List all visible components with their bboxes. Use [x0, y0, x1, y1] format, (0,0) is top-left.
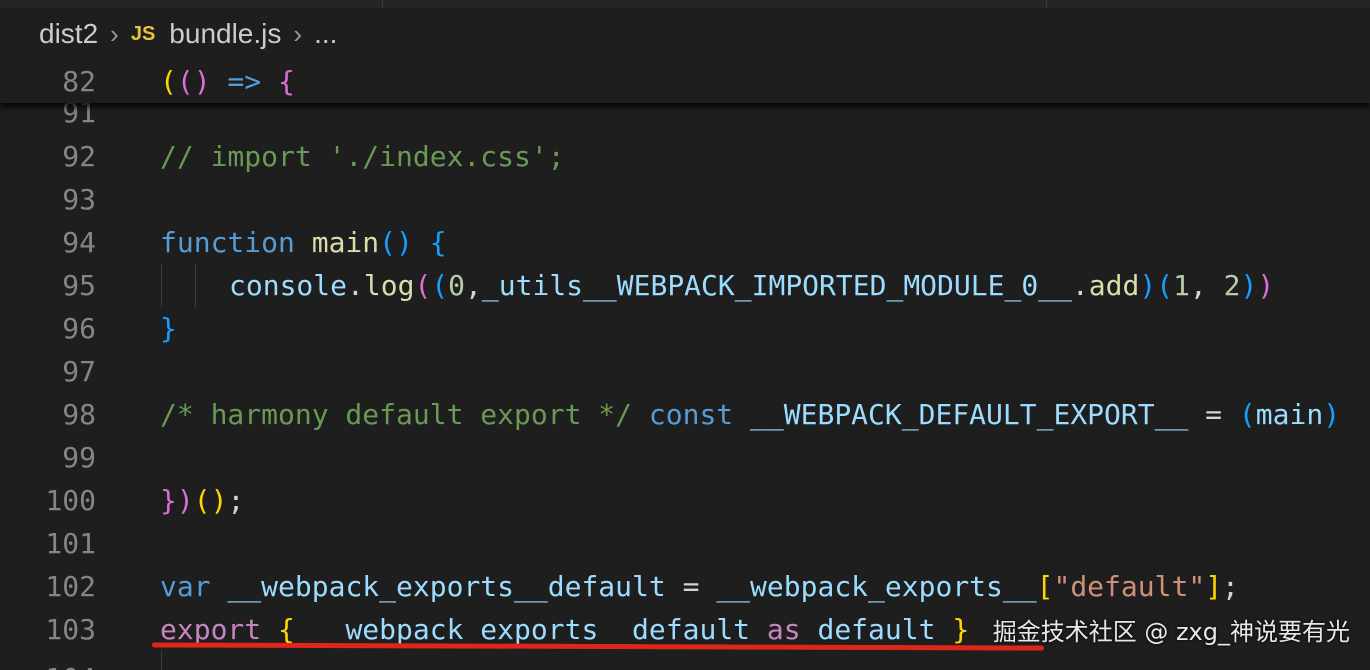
line-number: 94 [62, 226, 96, 259]
line-number: 96 [62, 312, 96, 345]
code-text: // import './index.css'; [160, 140, 565, 173]
code-text: var __webpack_exports__default = __webpa… [160, 570, 1239, 603]
code-line: 96 } [0, 307, 1370, 350]
code-text: } [160, 312, 177, 345]
code-line: 94 function main() { [0, 221, 1370, 264]
editor-tab-strip [0, 0, 1370, 8]
code-line: 97 [0, 350, 1370, 393]
line-number: 99 [62, 441, 96, 474]
code-line: 95 console.log((0,_utils__WEBPACK_IMPORT… [0, 264, 1370, 307]
tab-divider [1046, 0, 1047, 8]
breadcrumb-folder[interactable]: dist2 [39, 18, 98, 50]
line-number: 101 [45, 527, 96, 560]
line-number: 91 [62, 103, 96, 123]
line-number: 103 [45, 613, 96, 646]
code-text: (() => { [160, 65, 295, 98]
line-number: 98 [62, 398, 96, 431]
line-number: 82 [62, 65, 96, 98]
line-number: 104 [0, 657, 96, 670]
code-line: 102 var __webpack_exports__default = __w… [0, 565, 1370, 608]
sticky-scroll-line[interactable]: 82 (() => { [0, 60, 1370, 103]
code-text: console.log((0,_utils__WEBPACK_IMPORTED_… [229, 269, 1275, 302]
breadcrumb-file[interactable]: bundle.js [169, 18, 281, 50]
code-line: 100 })(); [0, 479, 1370, 522]
code-text: /* harmony default export */ const __WEB… [160, 398, 1341, 431]
chevron-right-icon: › [293, 18, 303, 49]
breadcrumb-symbols[interactable]: ... [314, 18, 337, 50]
code-line: 99 [0, 436, 1370, 479]
code-line: 91 [0, 103, 1370, 123]
code-line: 104 [0, 651, 1370, 670]
code-text: })(); [160, 484, 245, 517]
indent-guide [161, 264, 162, 307]
indent-guide [195, 264, 196, 307]
tab-divider [382, 0, 383, 8]
code-line: 92 // import './index.css'; [0, 135, 1370, 178]
indent-guide [161, 651, 162, 670]
code-line: 93 [0, 178, 1370, 221]
line-number: 102 [45, 570, 96, 603]
breadcrumb: dist2 › JS bundle.js › ... [0, 8, 1370, 60]
code-line: 101 [0, 522, 1370, 565]
line-number: 92 [62, 140, 96, 173]
line-number: 95 [62, 269, 96, 302]
line-number: 93 [62, 183, 96, 216]
javascript-file-icon: JS [130, 22, 156, 45]
line-number: 97 [62, 355, 96, 388]
watermark: 掘金技术社区 @ zxg_神说要有光 [992, 618, 1350, 646]
code-line: 98 /* harmony default export */ const __… [0, 393, 1370, 436]
line-number: 100 [45, 484, 96, 517]
chevron-right-icon: › [110, 18, 119, 49]
code-text: function main() { [160, 226, 447, 259]
